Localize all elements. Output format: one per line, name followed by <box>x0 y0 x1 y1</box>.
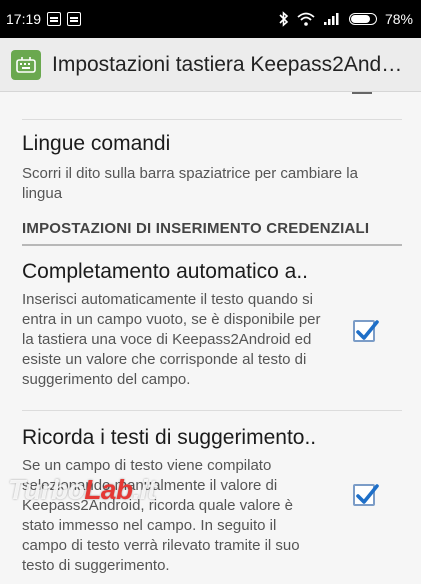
divider <box>22 119 402 120</box>
checkbox-partial[interactable] <box>352 92 372 94</box>
notification-icon <box>67 12 82 26</box>
status-bar: 17:19 78% <box>0 0 421 38</box>
status-left: 17:19 <box>6 11 82 27</box>
pref-summary: Scorri il dito sulla barra spaziatrice p… <box>22 165 358 202</box>
notification-icon <box>47 12 62 26</box>
battery-percent: 78% <box>384 11 413 27</box>
bluetooth-icon <box>279 11 289 27</box>
watermark: TurboLab.it <box>8 474 156 505</box>
status-right: 78% <box>279 11 413 27</box>
wifi-icon <box>297 12 315 26</box>
pref-title: Lingue comandi <box>22 132 171 155</box>
status-time: 17:19 <box>6 11 42 27</box>
pref-summary: Inserisci automaticamente il testo quand… <box>22 291 321 388</box>
battery-icon <box>348 13 377 25</box>
preferences-list[interactable]: Lingue comandi Scorri il dito sulla barr… <box>0 92 421 584</box>
check-icon <box>356 320 379 340</box>
pref-title: Ricorda i testi di suggerimento.. <box>22 426 317 449</box>
section-divider <box>22 244 402 246</box>
battery-fill <box>350 15 370 23</box>
divider <box>22 410 402 411</box>
pref-title: Completamento automatico a.. <box>22 260 308 283</box>
partial-preference-row[interactable] <box>0 92 421 102</box>
auto-complete-checkbox[interactable] <box>353 320 379 342</box>
app-title: Impostazioni tastiera Keepass2And… <box>52 52 403 76</box>
remember-hints-checkbox[interactable] <box>353 484 379 506</box>
section-header: IMPOSTAZIONI DI INSERIMENTO CREDENZIALI <box>22 220 370 237</box>
keyboard-app-icon <box>11 49 41 80</box>
check-icon <box>356 484 379 504</box>
signal-icon <box>323 13 339 25</box>
app-bar: Impostazioni tastiera Keepass2And… <box>0 38 421 92</box>
